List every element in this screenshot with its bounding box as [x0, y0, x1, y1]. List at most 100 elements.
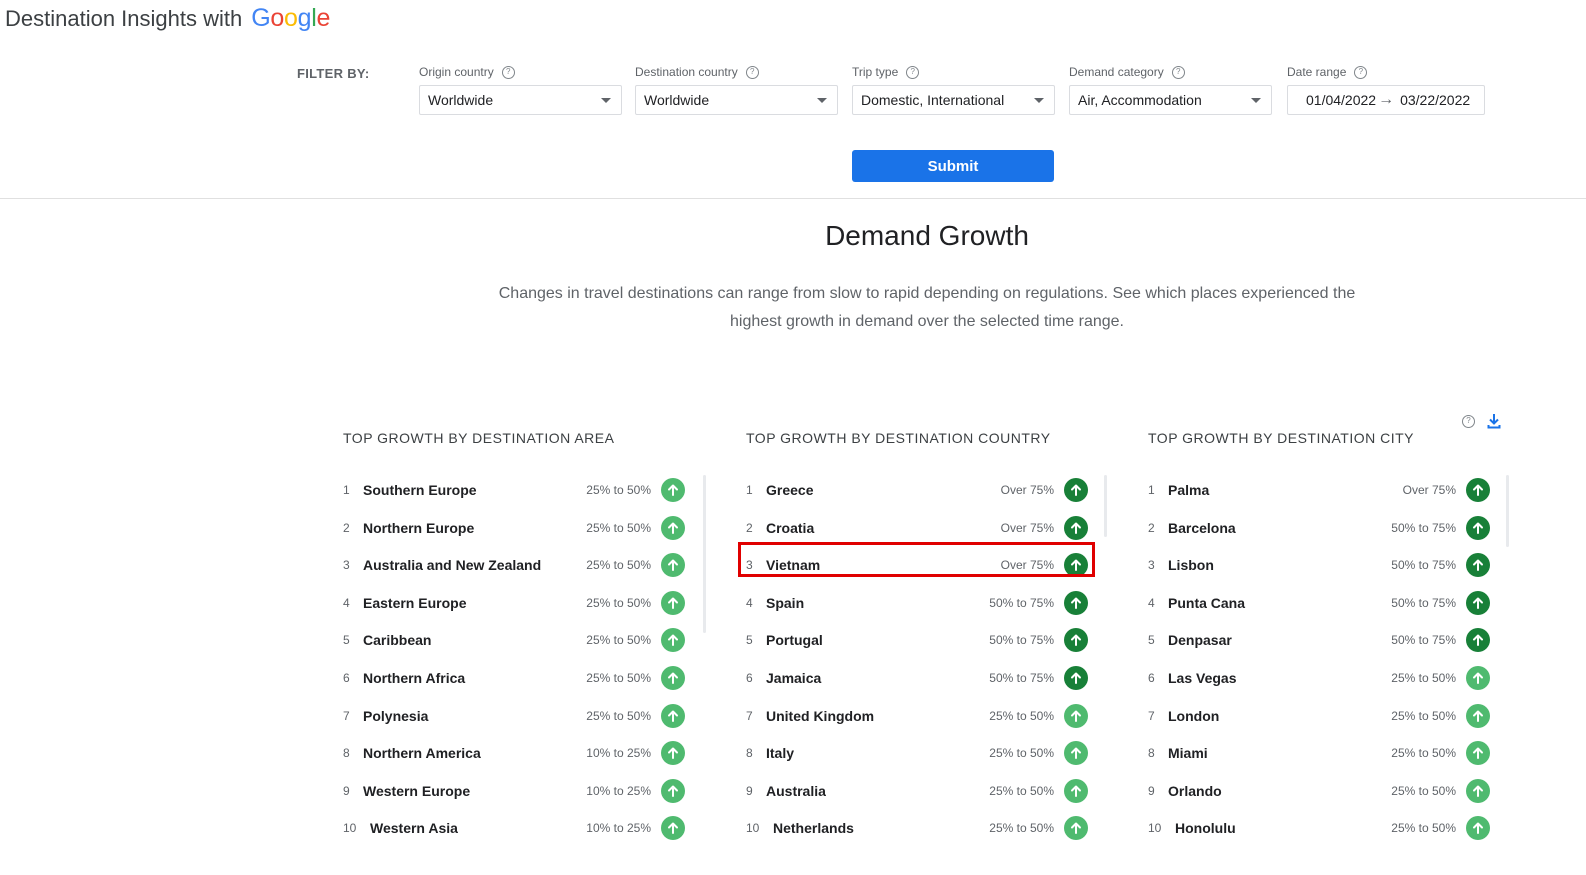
destination-name[interactable]: Las Vegas	[1168, 670, 1237, 686]
arrow-up-icon	[661, 515, 685, 540]
list-item[interactable]: 8 Italy 25% to 50%	[746, 738, 1091, 768]
destination-name[interactable]: Miami	[1168, 745, 1208, 761]
destination-name[interactable]: Greece	[766, 482, 813, 498]
destination-name[interactable]: Punta Cana	[1168, 595, 1245, 611]
destination-name[interactable]: Portugal	[766, 632, 823, 648]
rank-number: 4	[343, 595, 350, 610]
list-item[interactable]: 2 Northern Europe 25% to 50%	[343, 513, 688, 543]
list-item[interactable]: 9 Western Europe 10% to 25%	[343, 776, 688, 806]
list-item[interactable]: 10 Netherlands 25% to 50%	[746, 813, 1091, 843]
demand-category-filter: Demand category? Air, Accommodation	[1069, 64, 1272, 115]
rank-number: 4	[746, 595, 753, 610]
help-icon[interactable]: ?	[1171, 65, 1185, 79]
destination-name[interactable]: Northern America	[363, 745, 481, 761]
destination-name[interactable]: Australia	[766, 783, 826, 799]
list-item[interactable]: 6 Las Vegas 25% to 50%	[1148, 663, 1493, 693]
destination-name[interactable]: Lisbon	[1168, 557, 1214, 573]
list-item[interactable]: 10 Honolulu 25% to 50%	[1148, 813, 1493, 843]
rank-number: 3	[343, 558, 350, 573]
help-icon[interactable]: ?	[501, 65, 515, 79]
destination-name[interactable]: London	[1168, 708, 1219, 724]
scrollbar[interactable]	[703, 475, 706, 633]
destination-name[interactable]: Denpasar	[1168, 632, 1232, 648]
destination-name[interactable]: Orlando	[1168, 783, 1222, 799]
destination-name[interactable]: Northern Europe	[363, 520, 474, 536]
destination-name[interactable]: Western Europe	[363, 783, 470, 799]
help-icon[interactable]: ?	[906, 65, 920, 79]
list-item[interactable]: 2 Barcelona 50% to 75%	[1148, 513, 1493, 543]
list-item[interactable]: 5 Caribbean 25% to 50%	[343, 625, 688, 655]
list-item[interactable]: 2 Croatia Over 75%	[746, 513, 1091, 543]
list-item[interactable]: 9 Orlando 25% to 50%	[1148, 776, 1493, 806]
demand-category-value: Air, Accommodation	[1078, 92, 1202, 108]
destination-name[interactable]: Palma	[1168, 482, 1209, 498]
section-description: Changes in travel destinations can range…	[498, 285, 1356, 330]
rank-number: 10	[746, 821, 760, 836]
list-item[interactable]: 9 Australia 25% to 50%	[746, 776, 1091, 806]
list-item[interactable]: 5 Portugal 50% to 75%	[746, 625, 1091, 655]
list-item[interactable]: 7 London 25% to 50%	[1148, 701, 1493, 731]
list-item[interactable]: 8 Northern America 10% to 25%	[343, 738, 688, 768]
rank-number: 1	[1148, 483, 1155, 497]
list-item[interactable]: 7 United Kingdom 25% to 50%	[746, 701, 1091, 731]
rank-number: 9	[746, 783, 753, 798]
destination-name[interactable]: Polynesia	[363, 708, 428, 724]
destination-name[interactable]: Netherlands	[773, 820, 854, 836]
destination-name[interactable]: Northern Africa	[363, 670, 465, 686]
growth-range: 25% to 50%	[586, 595, 651, 610]
destination-name[interactable]: Eastern Europe	[363, 595, 466, 611]
scrollbar[interactable]	[1506, 475, 1509, 547]
arrow-up-icon	[1466, 628, 1490, 653]
rank-number: 7	[746, 708, 753, 723]
demand-category-select[interactable]: Air, Accommodation	[1069, 85, 1272, 115]
growth-range: 25% to 50%	[989, 708, 1054, 723]
list-item[interactable]: 6 Jamaica 50% to 75%	[746, 663, 1091, 693]
list-item[interactable]: 4 Eastern Europe 25% to 50%	[343, 588, 688, 618]
destination-name[interactable]: Barcelona	[1168, 520, 1236, 536]
destination-name[interactable]: Western Asia	[370, 820, 458, 836]
list-item[interactable]: 6 Northern Africa 25% to 50%	[343, 663, 688, 693]
section-title: Demand Growth	[825, 220, 1029, 251]
rank-number: 9	[343, 783, 350, 798]
download-icon[interactable]	[1487, 413, 1501, 429]
list-item[interactable]: 8 Miami 25% to 50%	[1148, 738, 1493, 768]
destination-name[interactable]: Southern Europe	[363, 482, 477, 498]
growth-range: 50% to 75%	[989, 633, 1054, 648]
section-divider	[0, 198, 1586, 199]
scrollbar[interactable]	[1104, 475, 1107, 537]
arrow-up-icon	[661, 816, 685, 841]
list-item[interactable]: 3 Australia and New Zealand 25% to 50%	[343, 550, 688, 580]
rank-number: 6	[343, 671, 350, 685]
destination-name[interactable]: Honolulu	[1175, 820, 1236, 836]
list-item[interactable]: 3 Lisbon 50% to 75%	[1148, 550, 1493, 580]
date-range-picker[interactable]: 01/04/2022 → 03/22/2022	[1287, 85, 1485, 115]
destination-name[interactable]: United Kingdom	[766, 708, 874, 724]
growth-range: 25% to 50%	[586, 558, 651, 573]
destination-name[interactable]: Italy	[766, 745, 794, 761]
destination-name[interactable]: Jamaica	[766, 670, 821, 686]
date-range-start[interactable]: 01/04/2022	[1306, 92, 1376, 108]
list-item[interactable]: 1 Greece Over 75%	[746, 475, 1091, 505]
destination-name[interactable]: Australia and New Zealand	[363, 557, 541, 573]
help-icon[interactable]: ?	[1462, 414, 1475, 428]
list-item[interactable]: 4 Punta Cana 50% to 75%	[1148, 588, 1493, 618]
date-range-end[interactable]: 03/22/2022	[1400, 92, 1470, 108]
help-icon[interactable]: ?	[1354, 65, 1368, 79]
submit-button[interactable]: Submit	[852, 150, 1054, 182]
trip-type-select[interactable]: Domestic, International	[852, 85, 1055, 115]
destination-name[interactable]: Caribbean	[363, 632, 431, 648]
destination-name[interactable]: Croatia	[766, 520, 814, 536]
list-item[interactable]: 4 Spain 50% to 75%	[746, 588, 1091, 618]
list-item[interactable]: 7 Polynesia 25% to 50%	[343, 701, 688, 731]
list-item[interactable]: 1 Southern Europe 25% to 50%	[343, 475, 688, 505]
list-item[interactable]: 5 Denpasar 50% to 75%	[1148, 625, 1493, 655]
list-item[interactable]: 10 Western Asia 10% to 25%	[343, 813, 688, 843]
destination-country-select[interactable]: Worldwide	[635, 85, 838, 115]
list-item[interactable]: 1 Palma Over 75%	[1148, 475, 1493, 505]
help-icon[interactable]: ?	[745, 65, 759, 79]
destination-name[interactable]: Spain	[766, 595, 804, 611]
growth-range: 25% to 50%	[586, 671, 651, 685]
arrow-up-icon	[1466, 553, 1490, 578]
origin-country-select[interactable]: Worldwide	[419, 85, 622, 115]
rank-number: 8	[746, 746, 753, 761]
